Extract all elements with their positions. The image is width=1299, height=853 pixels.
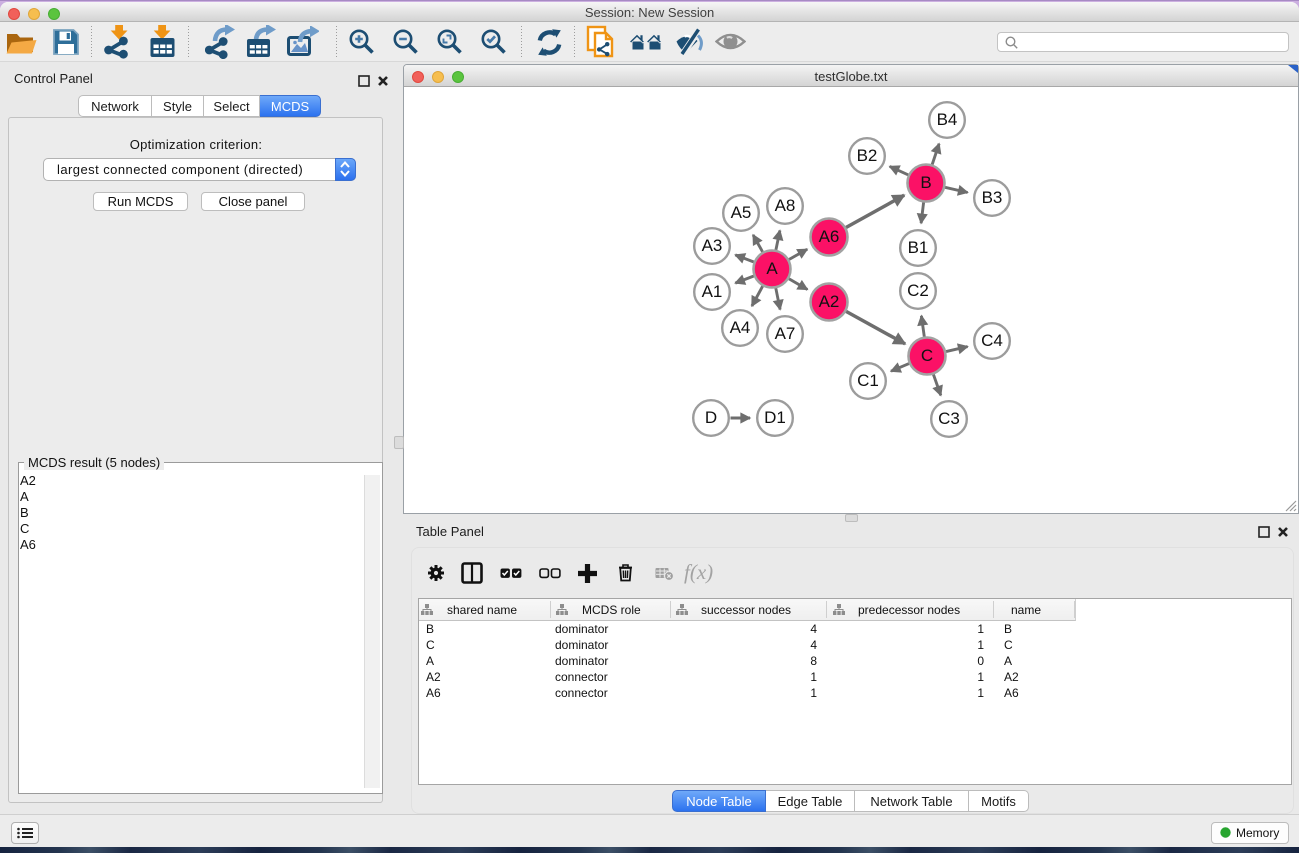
svg-text:B1: B1 [908, 238, 929, 257]
svg-text:C2: C2 [907, 281, 929, 300]
svg-text:A1: A1 [702, 282, 723, 301]
svg-text:A5: A5 [731, 203, 752, 222]
svg-text:C4: C4 [981, 331, 1003, 350]
svg-text:D: D [705, 408, 717, 427]
svg-text:B2: B2 [857, 146, 878, 165]
svg-text:B4: B4 [937, 110, 958, 129]
svg-text:A3: A3 [702, 236, 723, 255]
svg-text:A: A [766, 259, 778, 278]
svg-text:A7: A7 [775, 324, 796, 343]
svg-text:B3: B3 [982, 188, 1003, 207]
svg-text:A8: A8 [775, 196, 796, 215]
svg-text:C3: C3 [938, 409, 960, 428]
svg-text:D1: D1 [764, 408, 786, 427]
svg-text:A2: A2 [819, 292, 840, 311]
svg-text:B: B [920, 173, 931, 192]
svg-text:C1: C1 [857, 371, 879, 390]
svg-text:A4: A4 [730, 318, 751, 337]
svg-text:A6: A6 [819, 227, 840, 246]
svg-text:C: C [921, 346, 933, 365]
